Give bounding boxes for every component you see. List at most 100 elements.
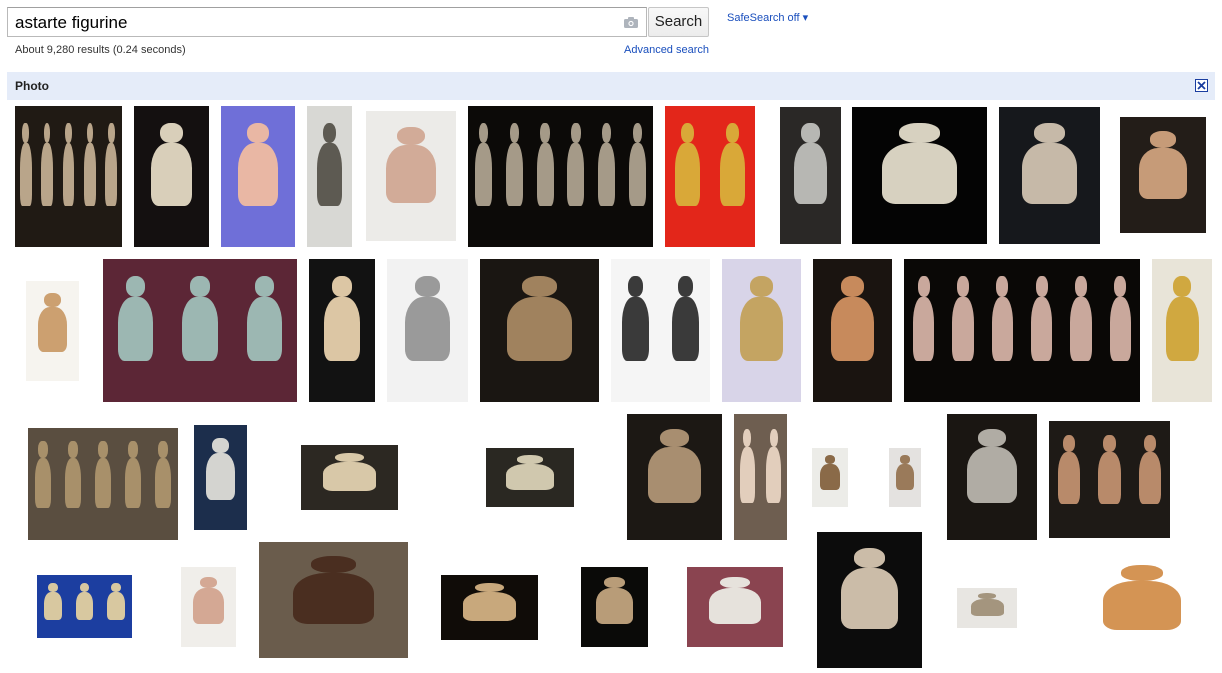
image-result-thumbnail[interactable] <box>904 259 1140 402</box>
figurine-body <box>117 296 154 361</box>
figurine-head <box>632 122 643 144</box>
figurine-head <box>68 441 78 458</box>
image-result-thumbnail[interactable] <box>309 259 375 402</box>
image-result-thumbnail[interactable] <box>889 448 921 507</box>
figurine-body <box>820 463 840 490</box>
figurine-head <box>900 455 910 464</box>
figurine-body <box>323 296 361 361</box>
figurine-head <box>190 276 210 297</box>
figurine-head <box>853 548 886 568</box>
search-button[interactable]: Search <box>648 7 709 37</box>
figurine-body <box>1165 296 1199 361</box>
figurine-body <box>1021 143 1078 205</box>
figurine-head <box>415 276 440 297</box>
figurine-head <box>332 276 352 297</box>
image-result-thumbnail[interactable] <box>665 106 755 247</box>
image-result-thumbnail[interactable] <box>581 567 648 647</box>
figurine-head <box>44 293 61 308</box>
figurine-head <box>840 276 865 297</box>
camera-icon[interactable] <box>623 16 639 29</box>
safesearch-toggle[interactable]: SafeSearch off ▾ <box>727 11 808 24</box>
figurine-head <box>516 455 544 464</box>
image-result-thumbnail[interactable] <box>486 448 574 507</box>
image-result-thumbnail[interactable] <box>813 259 892 402</box>
figurine-head <box>604 576 625 589</box>
figurine-body <box>505 143 523 207</box>
figurine-body <box>205 452 236 500</box>
figurine-body <box>830 296 875 361</box>
image-result-thumbnail[interactable] <box>387 259 468 402</box>
image-result-thumbnail[interactable] <box>37 575 132 638</box>
advanced-search-link[interactable]: Advanced search <box>624 44 709 56</box>
image-result-thumbnail[interactable] <box>1152 259 1212 402</box>
image-result-thumbnail[interactable] <box>817 532 922 668</box>
figurine-head <box>1063 435 1076 452</box>
image-result-thumbnail[interactable] <box>627 414 722 540</box>
figurine-head <box>160 122 183 144</box>
figurine-body <box>506 296 573 361</box>
image-result-thumbnail[interactable] <box>852 107 987 244</box>
image-result-thumbnail[interactable] <box>957 588 1017 628</box>
image-result-thumbnail[interactable] <box>441 575 538 640</box>
figurine-head <box>628 276 644 297</box>
figurine-body <box>970 598 1004 617</box>
figurine-head <box>824 455 836 464</box>
figurine-body <box>766 447 782 504</box>
image-result-thumbnail[interactable] <box>780 107 841 244</box>
search-input[interactable] <box>15 12 615 34</box>
figurine-head <box>996 276 1009 297</box>
figurine-head <box>65 122 72 144</box>
image-result-thumbnail[interactable] <box>812 448 848 507</box>
image-result-thumbnail[interactable] <box>15 106 122 247</box>
figurine-head <box>111 582 121 592</box>
image-result-thumbnail[interactable] <box>734 414 787 540</box>
image-result-thumbnail[interactable] <box>259 542 408 658</box>
close-icon[interactable] <box>1195 79 1208 92</box>
figurine-body <box>462 592 517 622</box>
image-result-thumbnail[interactable] <box>28 428 178 540</box>
figurine-head <box>254 276 275 297</box>
image-result-thumbnail[interactable] <box>480 259 599 402</box>
figurine-head <box>125 276 146 297</box>
image-result-thumbnail[interactable] <box>221 106 295 247</box>
figurine-body <box>1139 147 1187 200</box>
image-result-thumbnail[interactable] <box>611 259 710 402</box>
image-result-thumbnail[interactable] <box>103 259 297 402</box>
figurine-body <box>322 462 377 492</box>
figurine-body <box>154 457 172 508</box>
figurine-head <box>509 122 519 144</box>
image-result-thumbnail[interactable] <box>181 567 236 647</box>
image-result-thumbnail[interactable] <box>301 445 398 510</box>
figurine-head <box>571 122 581 144</box>
image-result-thumbnail[interactable] <box>1071 552 1213 662</box>
figurine-head <box>200 576 217 589</box>
image-result-thumbnail[interactable] <box>366 111 456 241</box>
figurine-head <box>677 276 693 297</box>
figurine-head <box>720 576 750 589</box>
image-result-thumbnail[interactable] <box>722 259 801 402</box>
figurine-body <box>708 588 762 624</box>
figurine-body <box>37 307 68 353</box>
figurine-head <box>801 123 820 144</box>
image-result-thumbnail[interactable] <box>1120 117 1206 233</box>
image-result-thumbnail[interactable] <box>947 414 1037 540</box>
image-result-thumbnail[interactable] <box>26 281 79 381</box>
image-result-thumbnail[interactable] <box>687 567 783 647</box>
image-result-thumbnail[interactable] <box>134 106 209 247</box>
figurine-head <box>1172 276 1192 297</box>
figurine-head <box>1035 276 1048 297</box>
figurine-body <box>598 143 616 207</box>
image-result-thumbnail[interactable] <box>999 107 1100 244</box>
figurine-head <box>680 122 695 144</box>
figurine-body <box>671 296 699 361</box>
image-result-thumbnail[interactable] <box>307 106 352 247</box>
figurine-head <box>79 582 90 592</box>
image-result-thumbnail[interactable] <box>468 106 653 247</box>
image-result-thumbnail[interactable] <box>1049 421 1170 538</box>
figurine-body <box>107 591 125 620</box>
figurine-head <box>478 122 489 144</box>
figurine-body <box>405 296 450 361</box>
image-result-thumbnail[interactable] <box>194 425 247 530</box>
search-box[interactable] <box>7 7 647 37</box>
figurine-head <box>743 429 752 448</box>
